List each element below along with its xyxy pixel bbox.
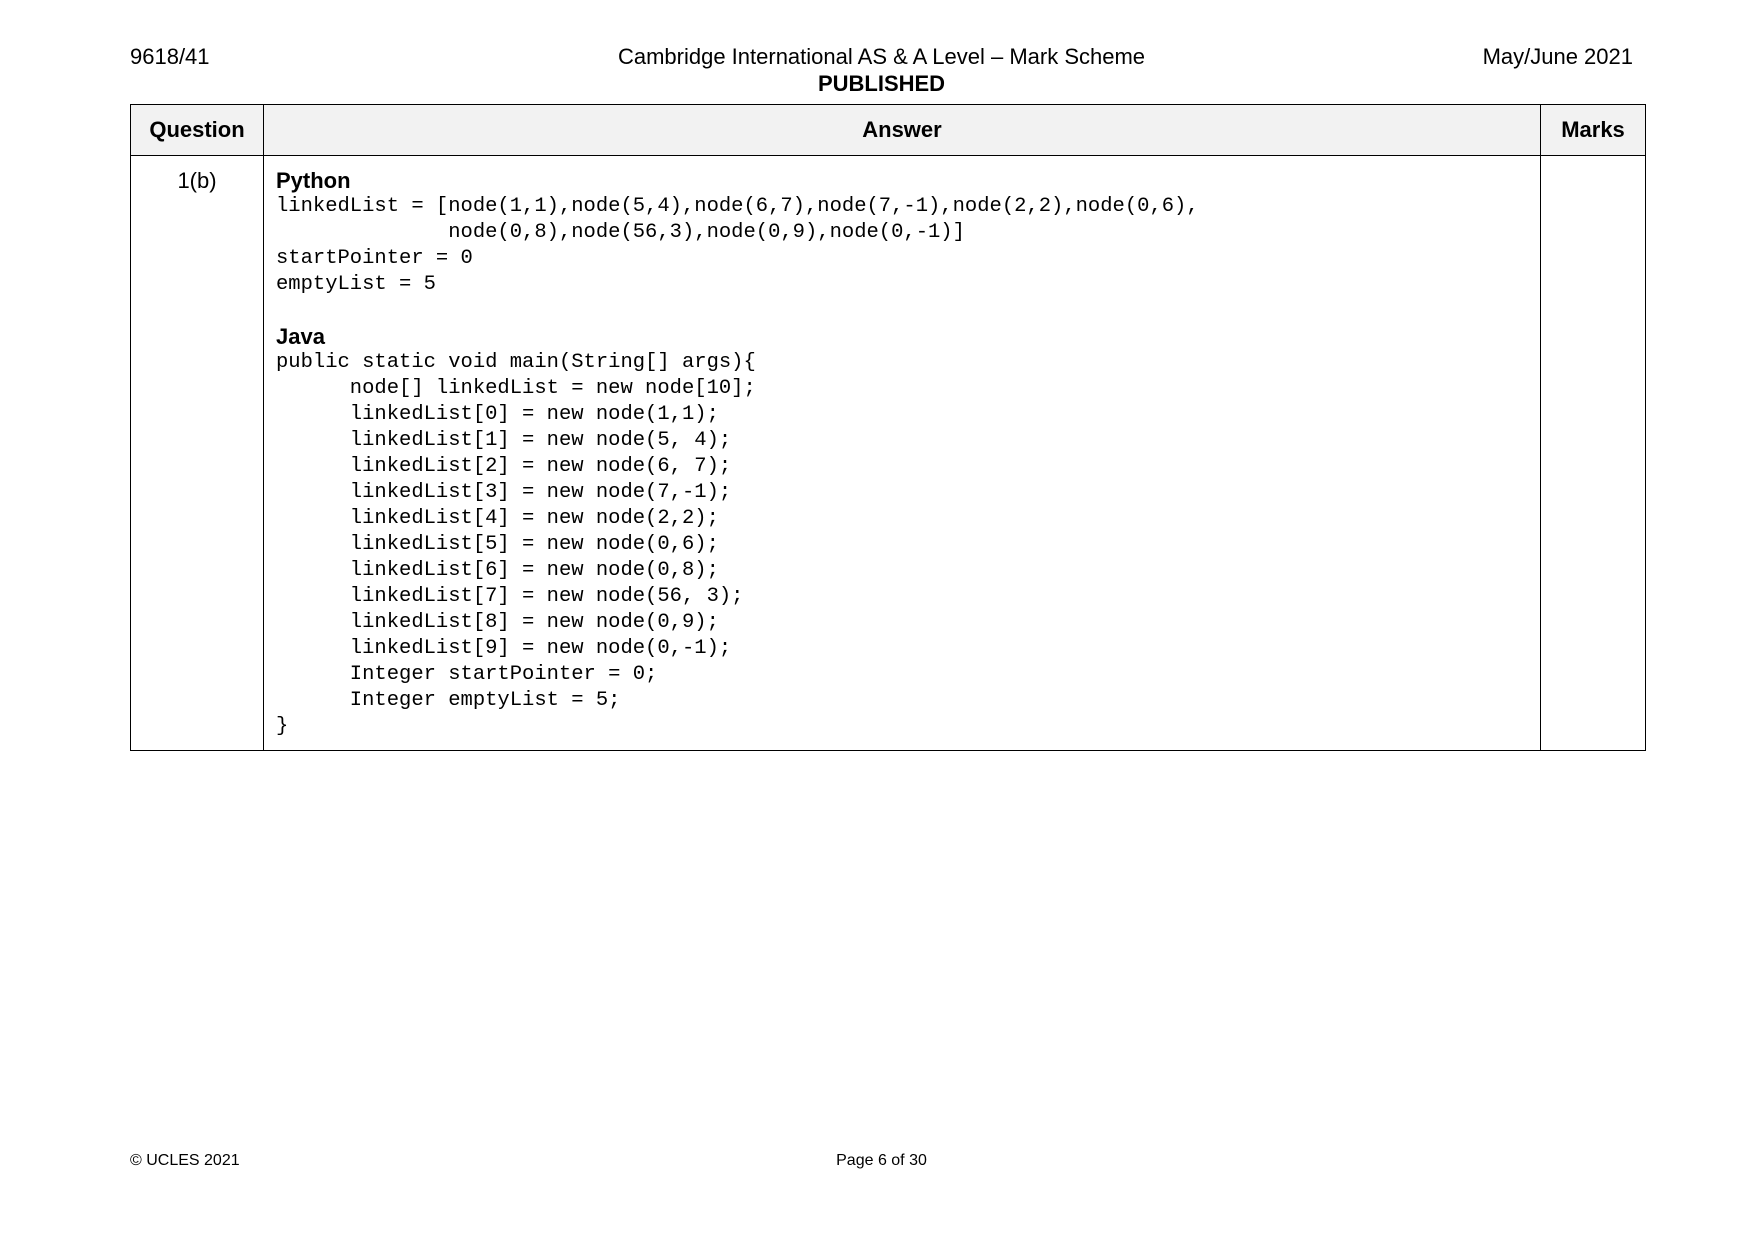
code-line: linkedList[0] = new node(1,1); [276, 403, 719, 426]
column-header-question: Question [130, 104, 264, 156]
code-line: linkedList[7] = new node(56, 3); [276, 585, 744, 608]
table-header-row: Question Answer Marks [130, 104, 1646, 156]
python-heading: Python [276, 168, 351, 193]
code-line: linkedList[3] = new node(7,-1); [276, 481, 732, 504]
column-header-answer: Answer [263, 104, 1541, 156]
column-header-marks: Marks [1540, 104, 1646, 156]
code-line: node[] linkedList = new node[10]; [276, 377, 756, 400]
code-line: Integer emptyList = 5; [276, 689, 621, 712]
code-line: linkedList[9] = new node(0,-1); [276, 637, 732, 660]
code-line: linkedList[1] = new node(5, 4); [276, 429, 732, 452]
code-line: startPointer = 0 [276, 247, 473, 270]
code-line: linkedList[5] = new node(0,6); [276, 533, 719, 556]
published-label: PUBLISHED [817, 71, 946, 96]
mark-scheme-table: Question Answer Marks 1(b) Python linked… [130, 104, 1646, 751]
python-code-block: linkedList = [node(1,1),node(5,4),node(6… [276, 194, 1528, 298]
question-number: 1(b) [130, 155, 264, 751]
code-line: linkedList[4] = new node(2,2); [276, 507, 719, 530]
answer-cell: Python linkedList = [node(1,1),node(5,4)… [263, 155, 1541, 751]
marks-cell [1540, 155, 1646, 751]
code-line: node(0,8),node(56,3),node(0,9),node(0,-1… [276, 221, 965, 244]
table-row: 1(b) Python linkedList = [node(1,1),node… [130, 155, 1646, 751]
java-heading: Java [276, 324, 325, 349]
exam-session: May/June 2021 [1482, 44, 1633, 69]
code-line: public static void main(String[] args){ [276, 351, 756, 374]
code-line: Integer startPointer = 0; [276, 663, 658, 686]
code-line: } [276, 715, 289, 738]
page-number: Page 6 of 30 [836, 1152, 927, 1169]
code-line: linkedList[2] = new node(6, 7); [276, 455, 732, 478]
code-line: emptyList = 5 [276, 273, 436, 296]
code-line: linkedList[6] = new node(0,8); [276, 559, 719, 582]
java-code-block: public static void main(String[] args){ … [276, 350, 1528, 740]
code-line: linkedList[8] = new node(0,9); [276, 611, 719, 634]
code-line: linkedList = [node(1,1),node(5,4),node(6… [276, 195, 1199, 218]
